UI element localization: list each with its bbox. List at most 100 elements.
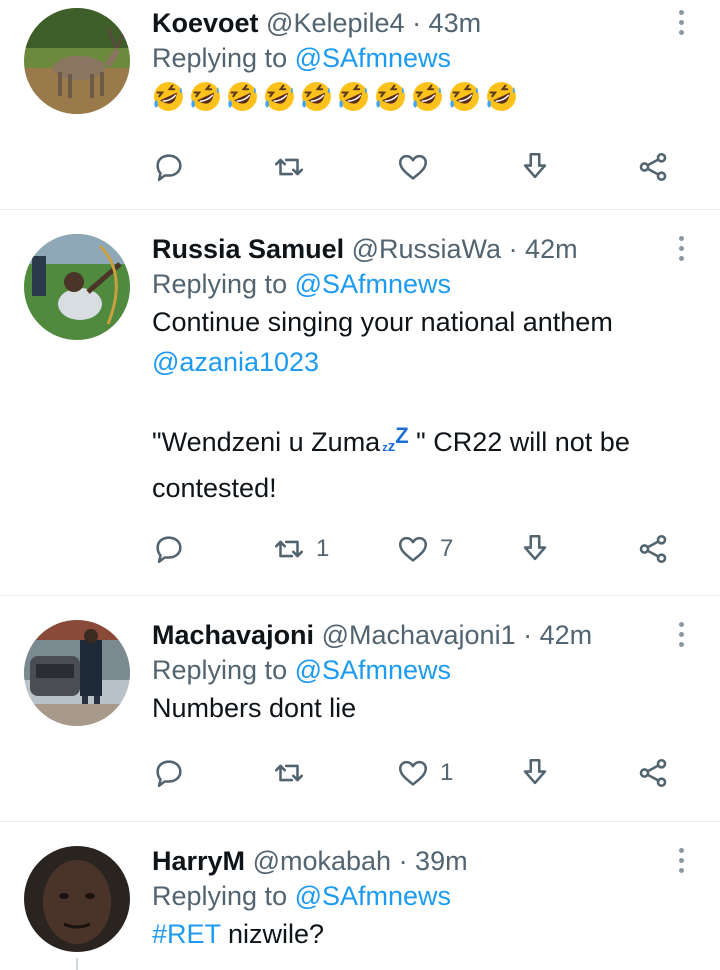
replying-prefix: Replying to [152, 655, 295, 685]
share-icon [639, 758, 667, 788]
tweet-text: "Wendzeni u Zuma [152, 427, 381, 457]
more-options-icon[interactable] [676, 236, 686, 261]
like-button[interactable]: 1 [396, 756, 453, 790]
timestamp[interactable]: · 43m [412, 8, 481, 38]
rolling-laughing-emoji-icon [265, 82, 294, 111]
rolling-laughing-emoji-icon [450, 82, 479, 111]
tweet-text-line: contested! [152, 473, 277, 503]
bookmark-button[interactable] [518, 150, 552, 184]
more-options-icon[interactable] [676, 10, 686, 35]
tweet-text: Numbers dont lie [152, 693, 357, 723]
zzz-icon: zzZ [382, 423, 409, 455]
share-icon [639, 152, 667, 182]
replying-prefix: Replying to [152, 881, 295, 911]
retweet-icon [274, 158, 304, 176]
replying-mention-link[interactable]: @SAfmnews [295, 43, 451, 73]
handle[interactable]: @RussiaWa [352, 234, 501, 264]
rolling-laughing-emoji-icon [339, 82, 368, 111]
tweet[interactable]: Koevoet @Kelepile4 · 43m Replying to @SA… [0, 0, 720, 210]
rolling-laughing-emoji-icon [302, 82, 331, 111]
bookmark-button[interactable] [518, 756, 552, 790]
heart-icon [398, 154, 428, 180]
display-name[interactable]: Koevoet [152, 8, 259, 38]
share-button[interactable] [636, 150, 670, 184]
reply-button[interactable] [152, 150, 186, 184]
heart-icon [398, 536, 428, 562]
reply-icon [156, 154, 182, 182]
tweet-text-line: "Wendzeni u Zuma zzZ " CR22 will not be [152, 422, 672, 468]
arrow-down-icon [523, 758, 547, 785]
rolling-laughing-emoji-icon [191, 82, 220, 111]
replying-to: Replying to @SAfmnews [152, 652, 672, 688]
share-button[interactable] [636, 756, 670, 790]
handle[interactable]: @Machavajoni1 [322, 620, 516, 650]
handle[interactable]: @Kelepile4 [266, 8, 405, 38]
heart-icon [398, 760, 428, 786]
action-bar: 1 7 [152, 532, 684, 572]
tweet-text: " CR22 will not be [408, 427, 630, 457]
like-button[interactable]: 7 [396, 532, 453, 566]
display-name[interactable]: Machavajoni [152, 620, 314, 650]
retweet-button[interactable] [272, 756, 306, 790]
reply-button[interactable] [152, 532, 186, 566]
hashtag-link[interactable]: #RET [152, 919, 221, 949]
avatar[interactable] [24, 846, 130, 952]
more-options-icon[interactable] [676, 622, 686, 647]
reply-icon [156, 760, 182, 788]
retweet-icon [274, 540, 304, 558]
replying-mention-link[interactable]: @SAfmnews [295, 269, 451, 299]
avatar[interactable] [24, 8, 130, 114]
retweet-button[interactable] [272, 150, 306, 184]
replying-to: Replying to @SAfmnews [152, 40, 672, 76]
mention-link[interactable]: @azania1023 [152, 342, 672, 382]
tweet-text-line: #RET nizwile? [152, 914, 672, 954]
tweet[interactable]: Machavajoni @Machavajoni1 · 42m Replying… [0, 596, 720, 822]
replying-to: Replying to @SAfmnews [152, 266, 672, 302]
replying-to: Replying to @SAfmnews [152, 878, 672, 914]
rolling-laughing-emoji-icon [154, 82, 183, 111]
reply-button[interactable] [152, 756, 186, 790]
like-count: 1 [440, 759, 454, 786]
display-name[interactable]: Russia Samuel [152, 234, 344, 264]
more-options-icon[interactable] [676, 848, 686, 873]
action-bar: 1 [152, 756, 684, 796]
share-icon [639, 534, 667, 564]
rolling-laughing-emoji-icon [413, 82, 442, 111]
like-button[interactable] [396, 150, 430, 184]
rolling-laughing-emoji-icon [376, 82, 405, 111]
timestamp[interactable]: · 39m [399, 846, 468, 876]
thread-line [76, 958, 78, 970]
reply-icon [156, 536, 182, 564]
avatar[interactable] [24, 234, 130, 340]
tweet-header: Russia Samuel @RussiaWa · 42m [152, 232, 672, 266]
tweet-text-line: Continue singing your national anthem [152, 307, 613, 337]
timestamp[interactable]: · 42m [509, 234, 578, 264]
tweet[interactable]: Russia Samuel @RussiaWa · 42m Replying t… [0, 210, 720, 596]
timestamp[interactable]: · 42m [523, 620, 592, 650]
display-name[interactable]: HarryM [152, 846, 245, 876]
handle[interactable]: @mokabah [253, 846, 391, 876]
bookmark-button[interactable] [518, 532, 552, 566]
retweet-button[interactable]: 1 [272, 532, 329, 566]
rolling-laughing-emoji-icon [228, 82, 257, 111]
tweet-header: Koevoet @Kelepile4 · 43m [152, 6, 672, 40]
tweet-header: Machavajoni @Machavajoni1 · 42m [152, 618, 672, 652]
tweet-text: nizwile? [220, 919, 325, 949]
tweet-header: HarryM @mokabah · 39m [152, 844, 672, 878]
replying-mention-link[interactable]: @SAfmnews [295, 655, 451, 685]
arrow-down-icon [523, 534, 547, 561]
replying-prefix: Replying to [152, 43, 295, 73]
avatar[interactable] [24, 620, 130, 726]
replying-prefix: Replying to [152, 269, 295, 299]
like-count: 7 [440, 535, 454, 562]
tweet-emojis [152, 80, 672, 113]
share-button[interactable] [636, 532, 670, 566]
arrow-down-icon [523, 152, 547, 179]
tweet[interactable]: HarryM @mokabah · 39m Replying to @SAfmn… [0, 822, 720, 970]
replying-mention-link[interactable]: @SAfmnews [295, 881, 451, 911]
rolling-laughing-emoji-icon [487, 82, 516, 111]
action-bar [152, 150, 684, 190]
retweet-icon [274, 764, 304, 782]
retweet-count: 1 [316, 535, 330, 562]
